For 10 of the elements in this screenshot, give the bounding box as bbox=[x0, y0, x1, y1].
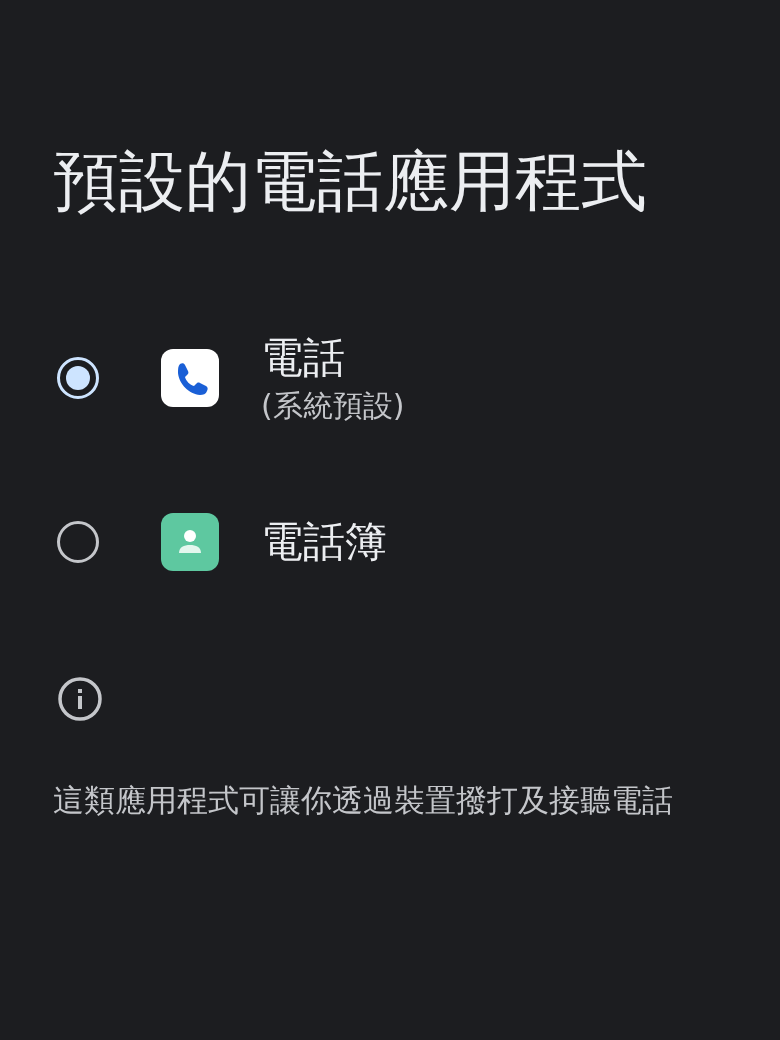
contacts-app-icon bbox=[161, 513, 219, 571]
page-title: 預設的電話應用程式 bbox=[53, 142, 648, 222]
app-name: 電話簿 bbox=[261, 516, 387, 568]
app-note: (系統預設) bbox=[261, 387, 405, 425]
radio-button[interactable] bbox=[57, 357, 99, 399]
app-name: 電話 bbox=[261, 332, 346, 384]
phone-app-icon bbox=[161, 349, 219, 407]
description: 這類應用程式可讓你透過裝置撥打及接聽電話 bbox=[53, 781, 674, 820]
info-icon bbox=[57, 676, 103, 722]
radio-button[interactable] bbox=[57, 521, 99, 563]
